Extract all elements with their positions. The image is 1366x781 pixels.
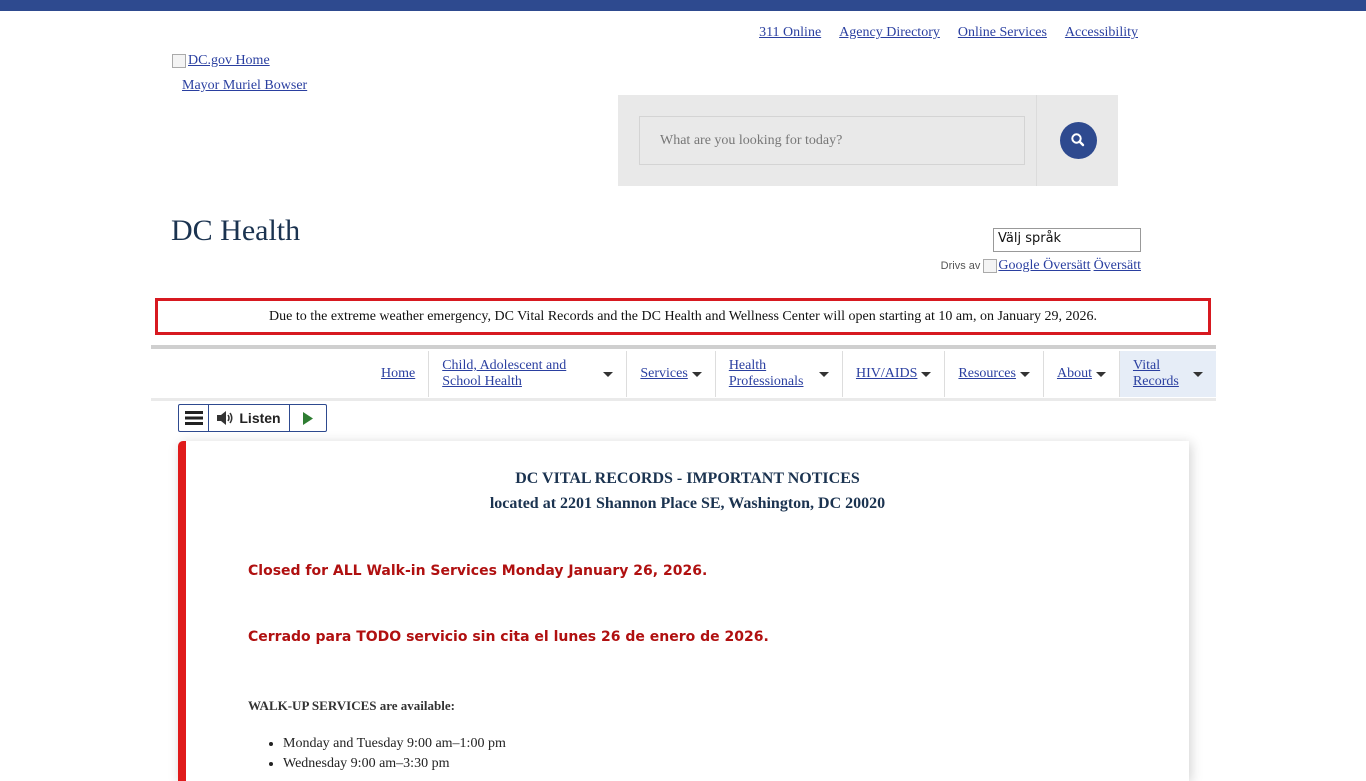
alert-text: Due to the extreme weather emergency, DC…: [269, 308, 1097, 324]
vital-records-notice-card: DC VITAL RECORDS - IMPORTANT NOTICES loc…: [178, 441, 1189, 781]
nav-item-label: Health Professionals: [728, 358, 804, 389]
utility-nav: 311 Online Agency Directory Online Servi…: [759, 25, 1138, 41]
nav-item-label: Child, Adolescent and School Health: [442, 358, 567, 389]
search-input[interactable]: [639, 116, 1025, 165]
main-nav: Home Child, Adolescent and School Health…: [151, 351, 1216, 397]
google-translate-alt-text: Google Översätt: [998, 258, 1091, 273]
listen-button[interactable]: Listen: [209, 405, 290, 431]
caret-down-icon: [1193, 371, 1203, 377]
caret-down-icon: [1095, 371, 1106, 377]
list-item: Wednesday 9:00 am–3:30 pm: [283, 754, 506, 774]
listen-play-button[interactable]: [290, 405, 326, 431]
mayor-link[interactable]: Mayor Muriel Bowser: [182, 78, 307, 94]
search-panel: [618, 95, 1118, 186]
main-nav-items: Home Child, Adolescent and School Health…: [368, 351, 1216, 397]
caret-down-icon: [921, 371, 932, 377]
google-translate-logo-link[interactable]: Google Översätt: [983, 258, 1091, 274]
nav-item-about[interactable]: About: [1042, 351, 1119, 397]
nav-item-hiv-aids[interactable]: HIV/AIDS: [841, 351, 944, 397]
nav-item-label: HIV/AIDS: [855, 366, 918, 381]
dc-gov-home-logo[interactable]: DC.gov Home: [172, 53, 270, 69]
utility-link-311-online[interactable]: 311 Online: [759, 25, 821, 41]
weather-alert-banner: Due to the extreme weather emergency, DC…: [155, 298, 1211, 335]
notice-title-heading: DC VITAL RECORDS - IMPORTANT NOTICES: [515, 470, 860, 487]
nav-item-services[interactable]: Services: [626, 351, 714, 397]
search-divider: [1036, 95, 1037, 186]
nav-item-home[interactable]: Home: [368, 351, 428, 397]
nav-item-label: About: [1056, 366, 1092, 381]
nav-item-health-professionals[interactable]: Health Professionals: [714, 351, 842, 397]
nav-top-divider: [151, 345, 1216, 349]
broken-image-icon: [172, 54, 186, 68]
caret-down-icon: [1019, 371, 1030, 377]
closure-notice-spanish: Cerrado para TODO servicio sin cita el l…: [248, 629, 769, 645]
caret-down-icon: [818, 371, 829, 377]
language-select[interactable]: Välj språk: [993, 228, 1141, 252]
walkup-hours-list: Monday and Tuesday 9:00 am–1:00 pm Wedne…: [248, 734, 506, 774]
listen-label: Listen: [239, 410, 281, 426]
notice-card-title: DC VITAL RECORDS - IMPORTANT NOTICES loc…: [186, 466, 1189, 516]
translate-link[interactable]: Översätt: [1094, 258, 1141, 274]
readspeaker-listen-widget: Listen: [178, 404, 327, 432]
caret-down-icon: [603, 371, 614, 377]
search-button[interactable]: [1060, 122, 1097, 159]
nav-item-label: Resources: [958, 366, 1016, 381]
utility-link-agency-directory[interactable]: Agency Directory: [839, 25, 940, 41]
powered-by-label: Drivs av: [940, 260, 981, 272]
walkup-services-heading: WALK-UP SERVICES are available:: [248, 698, 455, 713]
notice-title-address: located at 2201 Shannon Place SE, Washin…: [489, 495, 886, 512]
nav-item-child-adolescent-school-health[interactable]: Child, Adolescent and School Health: [428, 351, 626, 397]
nav-item-vital-records[interactable]: Vital Records: [1118, 351, 1216, 397]
broken-image-icon: [983, 259, 998, 273]
utility-link-online-services[interactable]: Online Services: [958, 25, 1047, 41]
utility-link-accessibility[interactable]: Accessibility: [1065, 25, 1138, 41]
nav-bottom-divider: [151, 398, 1216, 401]
menu-icon: [184, 411, 203, 425]
nav-item-label: Services: [640, 366, 688, 381]
site-title: DC Health: [171, 214, 301, 247]
nav-item-resources[interactable]: Resources: [944, 351, 1043, 397]
closure-notice-english: Closed for ALL Walk-in Services Monday J…: [248, 563, 708, 579]
search-icon: [1071, 133, 1085, 147]
nav-item-label: Vital Records: [1132, 358, 1179, 389]
logo-alt-text: DC.gov Home: [188, 53, 270, 68]
top-brand-bar: [0, 0, 1366, 11]
speaker-icon: [217, 411, 233, 425]
nav-item-label: Home: [381, 366, 416, 381]
listen-menu-button[interactable]: [179, 405, 209, 431]
google-translate-attribution: Drivs av Google Översätt Översätt: [941, 258, 1141, 274]
play-icon: [303, 411, 313, 425]
list-item: Monday and Tuesday 9:00 am–1:00 pm: [283, 734, 506, 754]
caret-down-icon: [691, 371, 702, 377]
